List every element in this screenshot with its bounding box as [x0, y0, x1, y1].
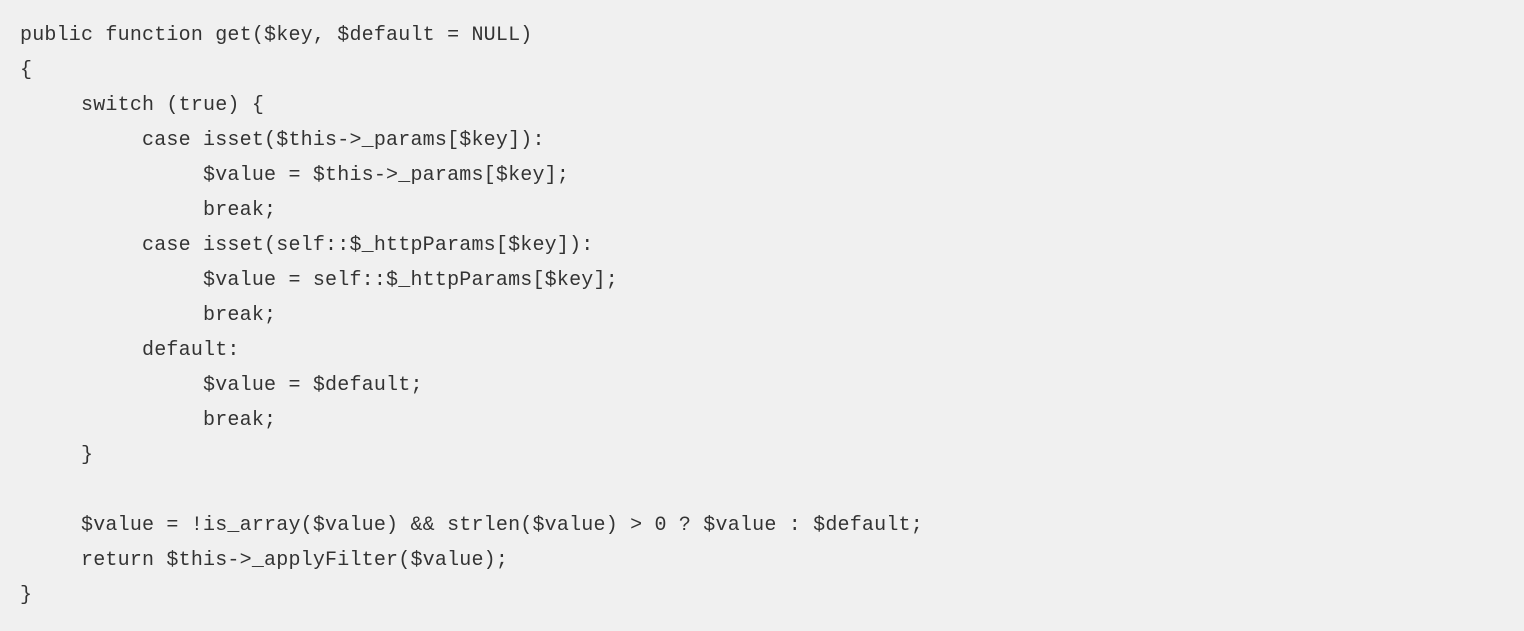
code-line: break;: [20, 304, 276, 327]
code-line: break;: [20, 199, 276, 222]
code-line: case isset(self::$_httpParams[$key]):: [20, 234, 594, 257]
code-line: $value = self::$_httpParams[$key];: [20, 269, 618, 292]
code-line: break;: [20, 409, 276, 432]
code-line: switch (true) {: [20, 94, 264, 117]
code-line: $value = $this->_params[$key];: [20, 164, 569, 187]
code-line: {: [20, 59, 32, 82]
code-line: return $this->_applyFilter($value);: [20, 549, 508, 572]
code-line: $value = $default;: [20, 374, 423, 397]
code-line: $value = !is_array($value) && strlen($va…: [20, 514, 923, 537]
code-line: }: [20, 584, 32, 607]
code-block: public function get($key, $default = NUL…: [0, 0, 1524, 631]
code-line: }: [20, 444, 93, 467]
code-line: public function get($key, $default = NUL…: [20, 24, 532, 47]
code-line: case isset($this->_params[$key]):: [20, 129, 545, 152]
code-line: default:: [20, 339, 240, 362]
